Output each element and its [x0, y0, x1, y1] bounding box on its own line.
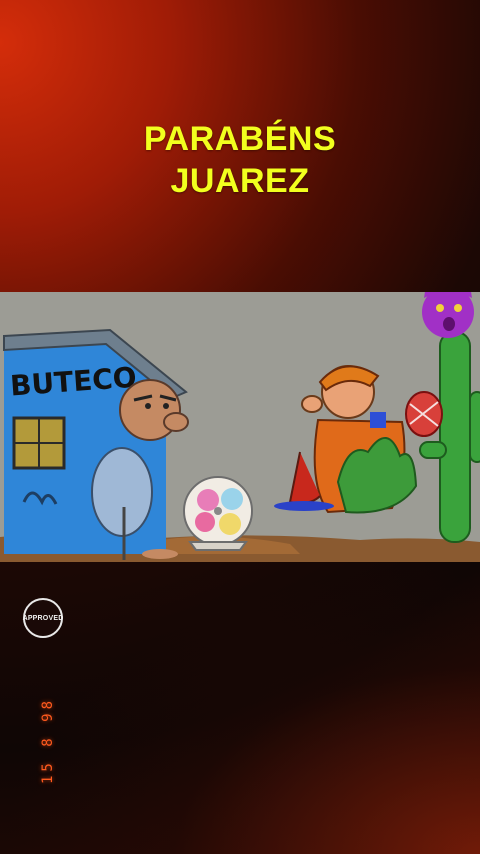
video-frame[interactable]: BUTECO: [0, 292, 480, 562]
background-glow: [0, 560, 480, 854]
title-line-1: PARABÉNS: [143, 120, 337, 158]
approved-badge-icon: APPROVED: [23, 598, 63, 638]
cartoon-scene: BUTECO: [0, 292, 480, 562]
approved-badge-label: APPROVED: [22, 614, 64, 622]
title-line-2: JUAREZ: [170, 162, 310, 200]
date-stamp: 15 8 98: [40, 696, 56, 784]
